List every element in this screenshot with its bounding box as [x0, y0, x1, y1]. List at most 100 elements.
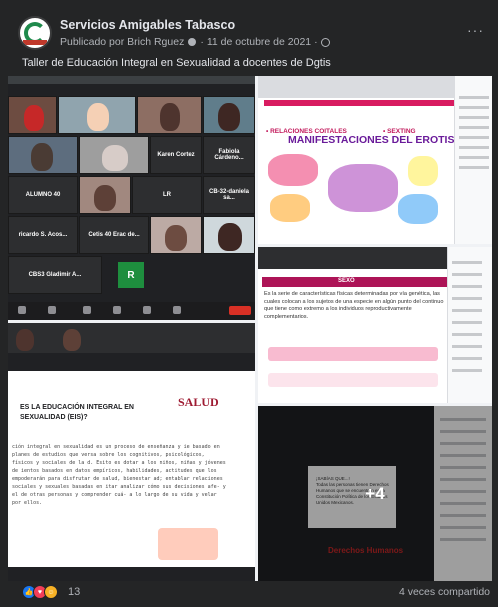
- participant-name: ricardo S. Acos...: [18, 232, 68, 238]
- video-tile: [79, 136, 149, 174]
- illustration-image: [268, 154, 318, 186]
- panel-row: [452, 273, 482, 276]
- illustration-image: [270, 194, 310, 222]
- panel-row: [452, 297, 482, 300]
- facebook-post: Servicios Amigables Tabasco Publicado po…: [0, 0, 498, 607]
- participant-initial: R: [118, 262, 144, 288]
- admin-badge-icon: [188, 38, 197, 46]
- participant-tile: Cetis 40 Erac de...: [79, 216, 149, 254]
- panel-row: [452, 321, 482, 324]
- photo-slide-derechos[interactable]: ¡SABÍAS QUE...! Todas las personas tiene…: [258, 406, 492, 581]
- photo-grid: Karen Cortez Fabiola Cárdeno... ALUMNO 4…: [8, 76, 492, 581]
- video-tile: [8, 96, 57, 134]
- illustration-image: [398, 194, 438, 224]
- camera-icon: [48, 306, 56, 314]
- participant-name: CB-32-daniela sa...: [208, 189, 249, 201]
- participant-image: [24, 105, 44, 131]
- end-call-icon: [229, 306, 251, 315]
- byline[interactable]: Publicado por Brich Rguez: [60, 36, 184, 48]
- participant-image: [218, 223, 242, 251]
- panel-row: [459, 106, 489, 109]
- panel-row: [459, 96, 489, 99]
- slide-title: ES LA EDUCACIÓN INTEGRAL EN SEXUALIDAD (…: [20, 404, 134, 421]
- zoom-toolbar: [8, 302, 255, 320]
- participant-name: Fabiola Cárdeno...: [214, 149, 244, 161]
- video-tile: [203, 96, 255, 134]
- share-screen-icon: [143, 306, 151, 314]
- separator: ·: [314, 36, 318, 48]
- page-name-link[interactable]: Servicios Amigables Tabasco: [60, 18, 235, 32]
- photo-slide-sexo[interactable]: SEXO Es la serie de características físi…: [258, 247, 492, 403]
- participant-image: [165, 225, 187, 251]
- participant-image: [102, 145, 128, 171]
- post-header: Servicios Amigables Tabasco Publicado po…: [10, 14, 490, 54]
- reaction-icons[interactable]: 👍 ♥ ☺: [22, 585, 58, 599]
- panel-row: [459, 166, 489, 169]
- illustration-image: [158, 528, 218, 560]
- participant-image: [63, 329, 81, 351]
- panel-row: [459, 126, 489, 129]
- participant-tile: CBS3 Gladimir A...: [8, 256, 102, 294]
- participant-tile: Karen Cortez: [150, 136, 202, 174]
- illustration-image: [408, 156, 438, 186]
- slide-text: Es la serie de características físicas d…: [264, 291, 444, 320]
- slide-title: MANIFESTACIONES DEL EROTISMO: [288, 134, 472, 146]
- post-date[interactable]: 11 de octubre de 2021: [207, 36, 311, 48]
- video-tile: [58, 96, 136, 134]
- illustration-image: [328, 164, 398, 212]
- panel-row: [452, 357, 482, 360]
- panel-row: [452, 369, 482, 372]
- panel-row: [452, 309, 482, 312]
- illustration-image: [268, 347, 438, 361]
- video-tile: [79, 176, 131, 214]
- slide-item: • RELACIONES COITALES: [266, 128, 347, 135]
- chat-icon: [113, 306, 121, 314]
- participant-image: [31, 143, 53, 171]
- slide-header-bar: [264, 100, 454, 106]
- zoom-top-bar: [8, 76, 255, 84]
- post-meta: Publicado por Brich Rguez · 11 de octubr…: [60, 36, 330, 48]
- participant-name: ALUMNO 40: [25, 192, 61, 198]
- participant-tile: LR: [132, 176, 202, 214]
- slide-item: • SEXTING: [383, 128, 416, 135]
- participant-name: Cetis 40 Erac de...: [88, 232, 140, 238]
- panel-row: [452, 285, 482, 288]
- screen-share-bar: [8, 353, 255, 371]
- illustration-image: [268, 373, 438, 387]
- participant-tile: CB-32-daniela sa...: [203, 176, 255, 214]
- care-icon: ☺: [44, 585, 58, 599]
- video-tile: [150, 216, 202, 254]
- participants-panel: [454, 76, 492, 244]
- participant-image: [94, 185, 116, 211]
- panel-row: [452, 345, 482, 348]
- more-photos-overlay[interactable]: +4: [258, 406, 492, 581]
- video-tile: [203, 216, 255, 254]
- video-strip: [8, 323, 255, 353]
- globe-icon: [320, 37, 330, 47]
- separator: ·: [200, 36, 204, 48]
- reaction-count[interactable]: 13: [68, 586, 80, 598]
- panel-row: [459, 156, 489, 159]
- slide-text: ción integral en sexualidad es un proces…: [12, 444, 226, 506]
- photo-zoom-gallery[interactable]: Karen Cortez Fabiola Cárdeno... ALUMNO 4…: [8, 76, 255, 320]
- participant-tile: Fabiola Cárdeno...: [203, 136, 255, 174]
- photo-slide-erotismo[interactable]: MANIFESTACIONES DEL EROTISMO • RELACIONE…: [258, 76, 492, 244]
- video-tile: [137, 96, 202, 134]
- panel-row: [459, 136, 489, 139]
- participant-name: LR: [163, 192, 171, 198]
- participant-image: [87, 103, 109, 131]
- participant-image: [218, 103, 240, 131]
- panel-row: [459, 116, 489, 119]
- post-caption: Taller de Educación Integral en Sexualid…: [22, 57, 331, 69]
- participants-icon: [83, 306, 91, 314]
- panel-row: [459, 146, 489, 149]
- participant-tile: ricardo S. Acos...: [8, 216, 78, 254]
- panel-row: [452, 333, 482, 336]
- photo-slide-eis[interactable]: SALUD ES LA EDUCACIÓN INTEGRAL EN SEXUAL…: [8, 323, 255, 581]
- video-tile: [8, 136, 78, 174]
- participant-name: Karen Cortez: [157, 152, 195, 158]
- more-options-button[interactable]: ···: [467, 22, 484, 38]
- zoom-toolbar: [8, 567, 255, 581]
- share-count[interactable]: 4 veces compartido: [399, 586, 490, 598]
- page-avatar[interactable]: [18, 16, 52, 50]
